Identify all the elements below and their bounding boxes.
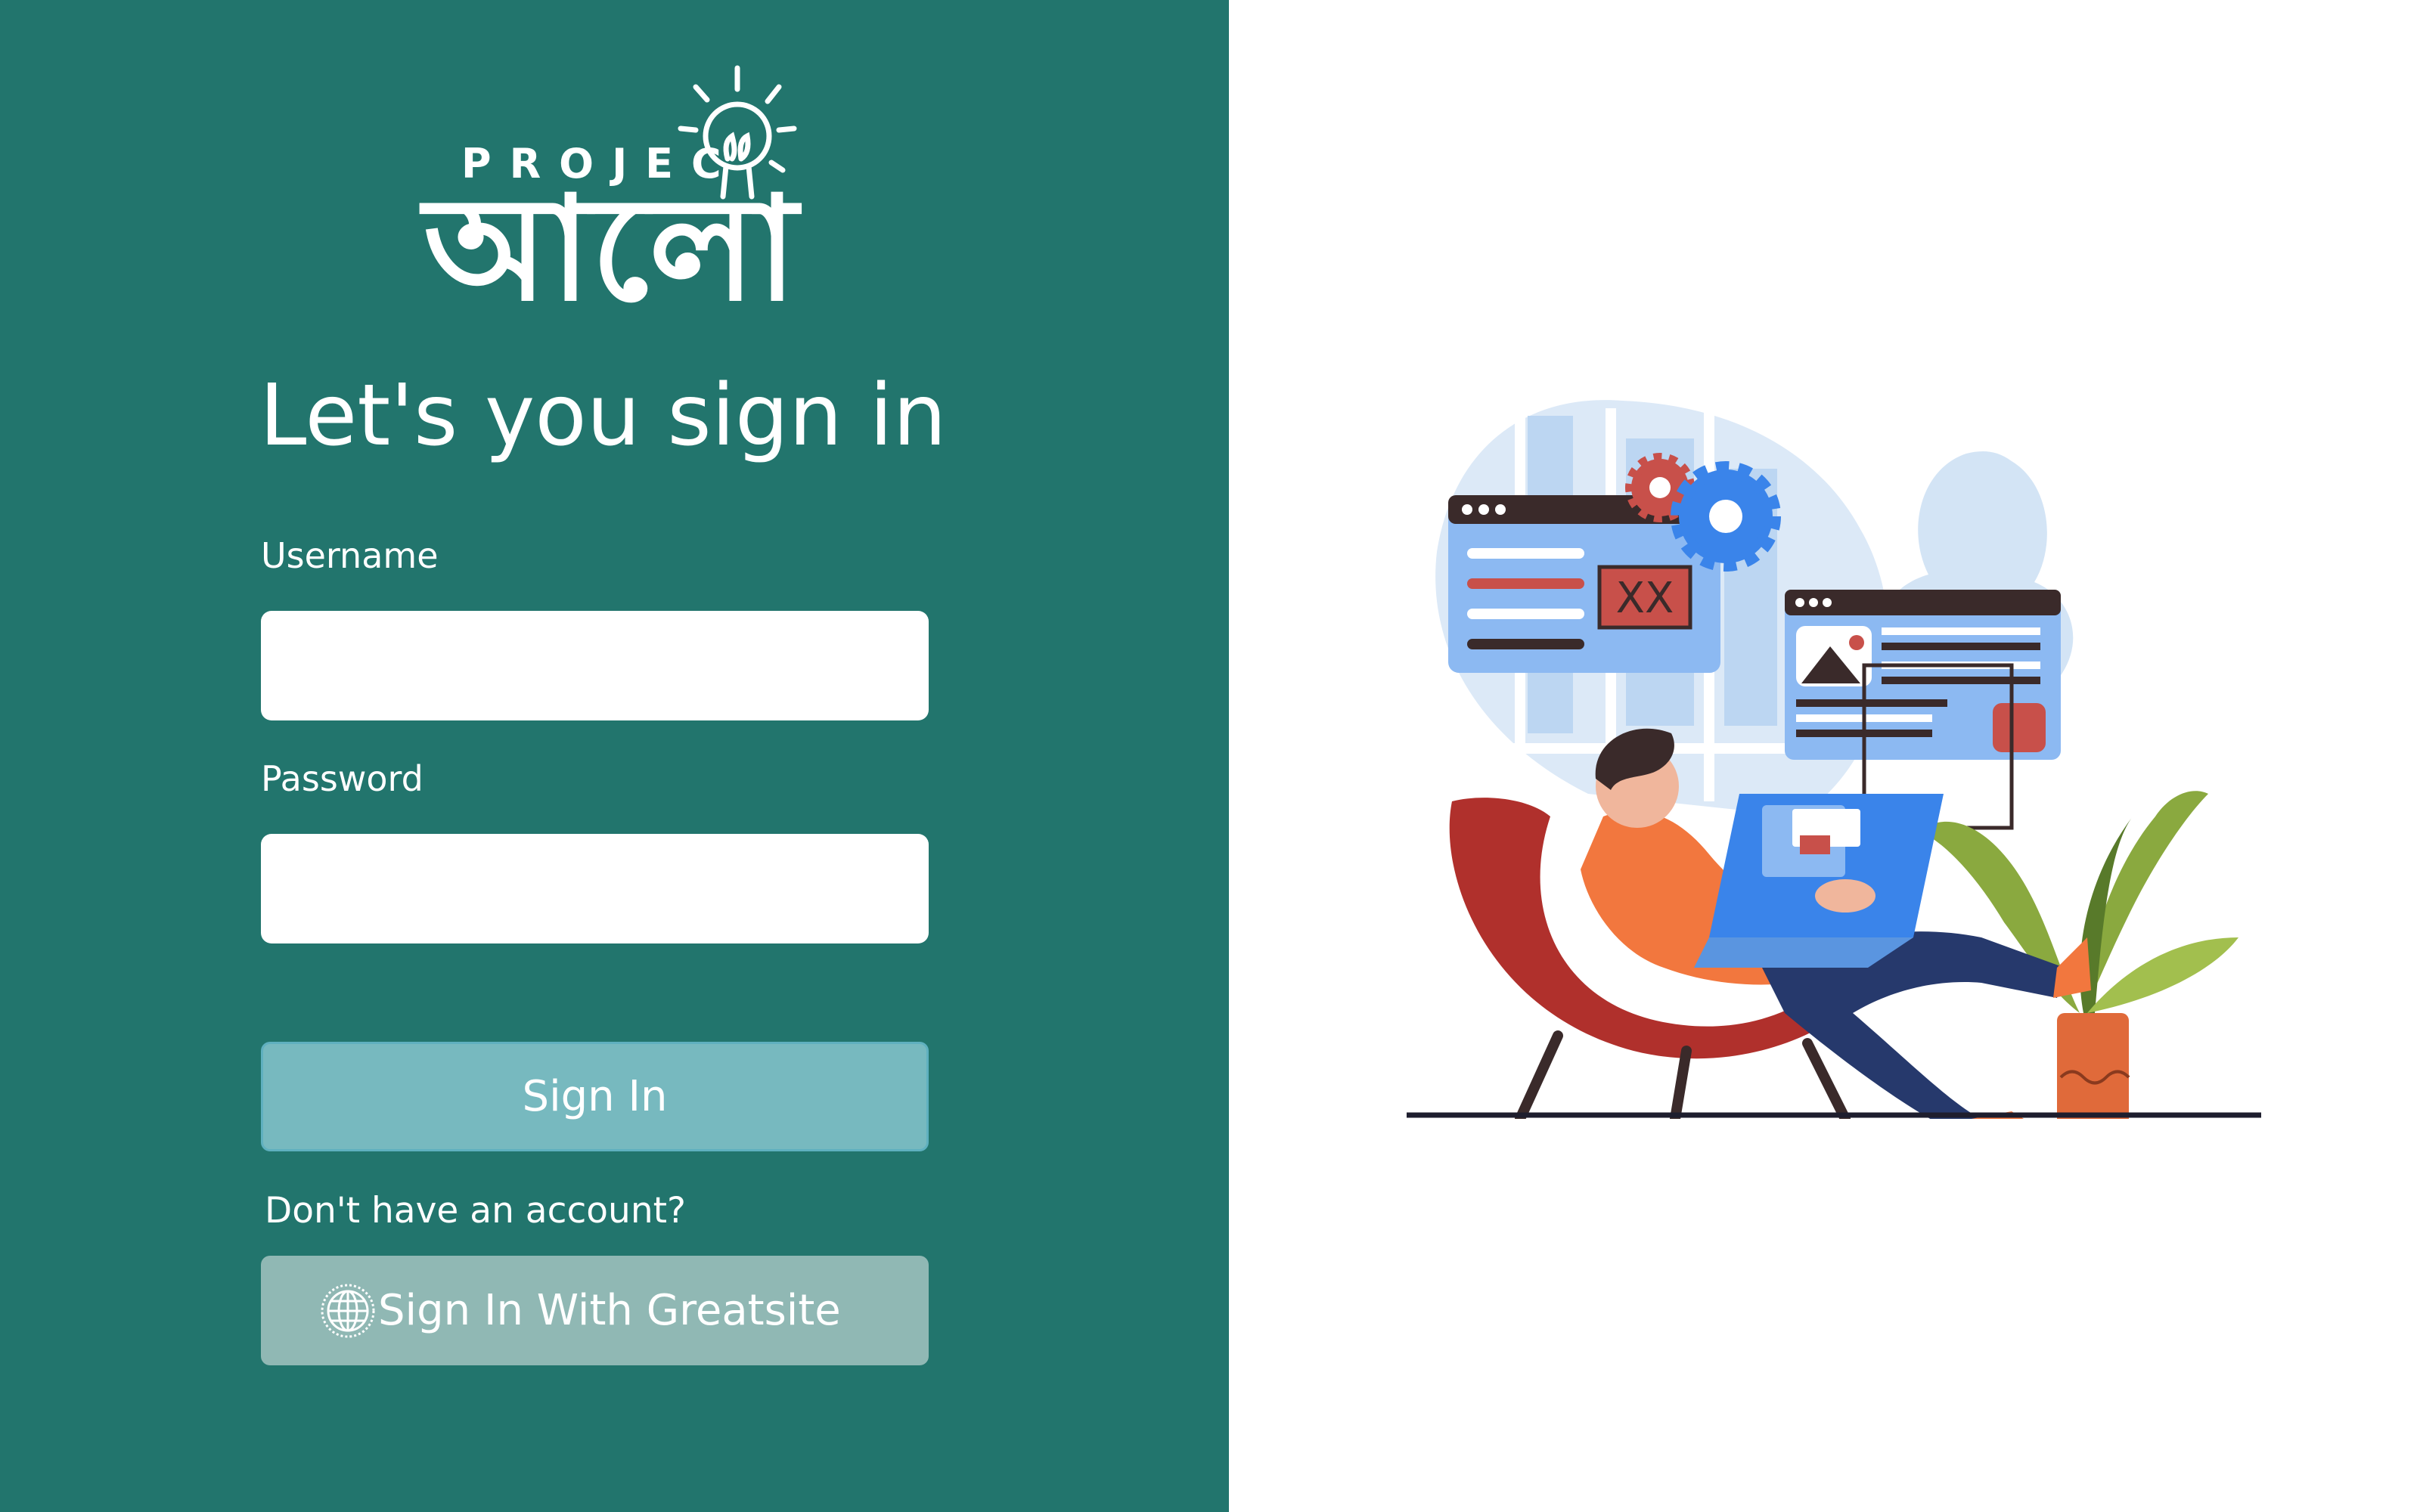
- globe-icon: [321, 1284, 375, 1337]
- lightbulb-icon: [678, 65, 797, 200]
- username-label: Username: [261, 535, 439, 576]
- sign-in-button[interactable]: Sign In: [261, 1042, 929, 1151]
- no-account-prompt: Don't have an account?: [265, 1190, 687, 1232]
- greatsite-button-label: Sign In With Greatsite: [378, 1286, 841, 1335]
- sign-in-button-label: Sign In: [522, 1072, 668, 1121]
- person-working-on-laptop-illustration: XX: [1407, 400, 2261, 1119]
- password-input[interactable]: [261, 834, 929, 943]
- right-panel: XX: [1229, 0, 2420, 1512]
- page-title: Let's you sign in: [259, 367, 947, 465]
- browser-mock-text: XX: [1616, 574, 1674, 623]
- password-label: Password: [261, 758, 424, 799]
- username-input[interactable]: [261, 611, 929, 720]
- project-alo-logo: PROJEC আলো: [416, 53, 802, 321]
- gear-icon-blue: [1671, 461, 1781, 572]
- laptop: [1694, 794, 1944, 968]
- sign-in-with-greatsite-button[interactable]: Sign In With Greatsite: [261, 1256, 929, 1365]
- left-panel: PROJEC আলো Let's you sign in Username Pa…: [0, 0, 1229, 1512]
